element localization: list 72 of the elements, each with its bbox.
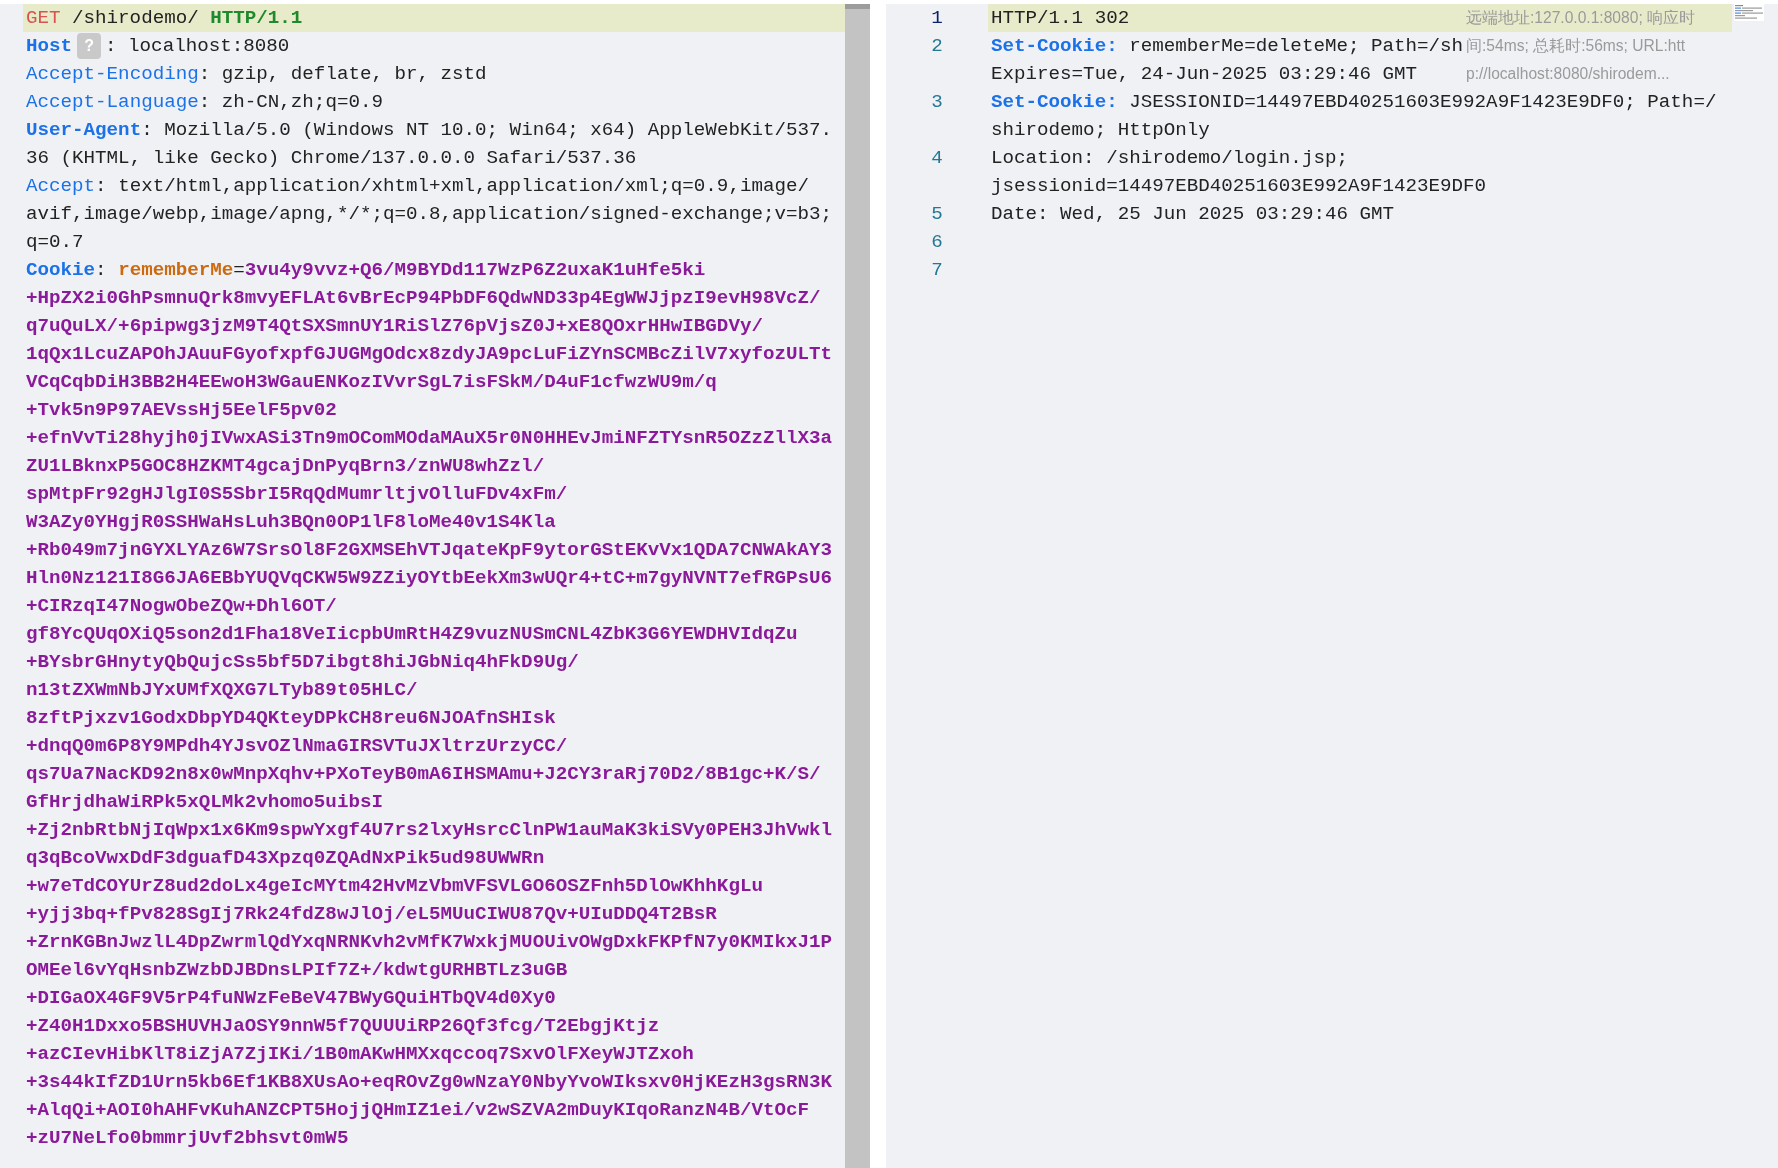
cookie-value: GfHrjdhaWiRPk5xQLMk2vhomo5uibsI (26, 791, 383, 813)
header-name: User-Agent (26, 119, 142, 141)
header-name: Cookie (26, 259, 96, 281)
header-value: : zh-CN,zh;q=0.9 (198, 91, 383, 113)
cookie-value: VCqCqbDiH3BB2H4EEwoH3WGauENKozIVvrSgL7isFSkM/D4uF1cfwzWU9m/q (26, 371, 717, 393)
cookie-value: +DIGaOX4GF9V5rP4fuNWzFeBeV47BWyGQuiHTbQV4d0Xy0 (26, 987, 556, 1009)
header-value: shirodemo; HttpOnly (991, 119, 1210, 141)
cookie-value: OMEel6vYqHsnbZWzbDJBDnsLPIf7Z+/kdwtgURHBTLz3uGB (26, 959, 568, 981)
cookie-value: +Rb049m7jnGYXLYAz6W7SrsOl8F2GXMSEhVTJqateKpF9ytorGStEKvVx1QDA7CNWAkAY3 (26, 539, 832, 561)
line-number: 1 (930, 6, 944, 31)
header-name: Accept-Language (26, 91, 199, 113)
cookie-name: : rememberMe= (95, 259, 245, 281)
cookie-value: +dnqQ0m6P8Y9MPdh4YJsvOZlNmaGIRSVTuJXltrzUrzyCC/ (26, 735, 568, 757)
cookie-value: W3AZy0YHgjR0SSHWaHsLuh3BQn0OP1lF8loMe40v1S4Kla (26, 511, 556, 533)
cookie-value: spMtpFr92gHJlgI0S5SbrI5RqQdMumrltjvOlluFDv4xFm/ (26, 483, 568, 505)
cookie-value: 1qQx1LcuZAPOhJAuuFGyofxpfGJUGMgOdcx8zdyJA9pcLuFiZYnSCMBcZilV7xyfozULTt (26, 343, 832, 365)
cookie-value: +w7eTdCOYUrZ8ud2doLx4geIcMYtm42HvMzVbmVFSVLGO6OSZFnh5DlOwKhhKgLu (26, 875, 763, 897)
cookie-value: +Zj2nbRtbNjIqWpx1x6Km9spwYxgf4U7rs2lxyHsrcClnPW1auMaK3kiSVy0PEH3JhVwkl (26, 819, 832, 841)
cookie-value: +efnVvTi28hyjh0jIVwxASi3Tn9mOComMOdaMAuX5r0N0HHEvJmiNFZTYsnR5OZzZllX3a (26, 427, 832, 449)
cookie-value: Hln0Nz121I8G6JA6EBbYUQVqCKW5W9ZZiyOYtbEekXm3wUQr4+tC+m7gyNVNT7efRGPsU6 (26, 567, 832, 589)
header-value: avif,image/webp,image/apng,*/*;q=0.8,application/signed-exchange;v=b3; (26, 203, 832, 225)
cookie-value: +AlqQi+AOI0hAHFvKuhANZCPT5HojjQHmIZ1ei/v2wSZVA2mDuyKIqoRanzN4B/VtOcF (26, 1099, 809, 1121)
cookie-value: q7uQuLX/+6pipwg3jzM9T4QtSXSmnUY1RiSlZ76pVjsZ0J+xE8QOxrHHwIBGDVy/ (26, 315, 763, 337)
cookie-value: +ZrnKGBnJwzlL4DpZwrmlQdYxqNRNKvh2vMfK7WxkjMUOUivOWgDxkFKPfN7y0KMIkxJ1P (26, 931, 832, 953)
header-value: : localhost:8080 (105, 35, 290, 57)
cookie-value: 3vu4y9vvz+Q6/M9BYDd117WzP6Z2uxaK1uHfe5ki (244, 259, 706, 281)
scrollbar-thumb[interactable] (845, 4, 870, 1168)
header-value: : gzip, deflate, br, zstd (198, 63, 487, 85)
cookie-value: +CIRzqI47NogwObeZQw+Dhl6OT/ (26, 595, 337, 617)
header-value: JSESSIONID=14497EBD40251603E992A9F1423E9DF0; Path=/ (1129, 91, 1717, 113)
header-name: Accept (26, 175, 96, 197)
header-name: Set-Cookie: (991, 91, 1118, 113)
request-editor[interactable] (0, 4, 870, 1168)
line-number: 4 (930, 146, 944, 171)
cookie-value: +azCIevHibKlT8iZjA7ZjIKi/1B0mAKwHMXxqccoq7SxvOlFXeyWJTZxoh (26, 1043, 694, 1065)
cookie-value: +Tvk5n9P97AEVssHj5EelF5pv02 (26, 399, 337, 421)
cookie-value: +HpZX2i0GhPsmnuQrk8mvyEFLAt6vBrEcP94PbDF6QdwND33p4EgWWJjpzI9evH98VcZ/ (26, 287, 821, 309)
help-badge[interactable]: ? (77, 33, 102, 59)
line-number: 5 (930, 202, 944, 227)
header-value: : Mozilla/5.0 (Windows NT 10.0; Win64; x64) AppleWebKit/537. (141, 119, 833, 141)
line-number: 3 (930, 90, 944, 115)
cookie-value: +BYsbrGHnytyQbQujcSs5bf5D7ibgt8hiJGbNiq4hFkD9Ug/ (26, 651, 579, 673)
minimap-drawing[interactable] (1734, 3, 1764, 21)
status-line: HTTP/1.1 302 (991, 7, 1130, 29)
header-name: Accept-Encoding (26, 63, 199, 85)
header-name: Host (26, 35, 73, 57)
header-value: : text/html,application/xhtml+xml,application/xml;q=0.9,image/ (95, 175, 809, 197)
cookie-value: +Z40H1Dxxo5BSHUVHJaOSY9nnW5f7QUUUiRP26Qf3fcg/T2EbgjKtjz (26, 1015, 660, 1037)
line-number: 7 (930, 258, 944, 283)
response-text: Location: /shirodemo/login.jsp; (991, 147, 1348, 169)
header-value: q=0.7 (26, 231, 84, 253)
header-value: rememberMe=deleteMe; Path=/sh (1129, 35, 1464, 57)
response-text: Date: Wed, 25 Jun 2025 03:29:46 GMT (991, 203, 1394, 225)
request-path: /shirodemo/ (72, 7, 199, 29)
response-info-text: 远端地址:127.0.0.1:8080; 响应时 间:54ms; 总耗时:56ms; URL:htt p://localhost:8080/shirodem... (1466, 8, 1696, 84)
cookie-value: qs7Ua7NacKD92n8x0wMnpXqhv+PXoTeyB0mA6IHSMAmu+J2CY3raRj70D2/8B1gc+K/S/ (26, 763, 821, 785)
cookie-value: +3s44kIfZD1Urn5kb6Ef1KB8XUsAo+eqROvZg0wNzaY0NbyYvoWIksxv0HjKEzH3gsRN3K (26, 1071, 832, 1093)
http-version: HTTP/1.1 (210, 7, 303, 29)
response-text: jsessionid=14497EBD40251603E992A9F1423E9DF0 (991, 175, 1487, 197)
cookie-value: n13tZXWmNbJYxUMfXQXG7LTyb89t05HLC/ (26, 679, 418, 701)
cookie-value: ZU1LBknxP5GOC8HZKMT4gcajDnPyqBrn3/znWU8whZzl/ (26, 455, 545, 477)
cookie-value: q3qBcoVwxDdF3dguafD43Xpzq0ZQAdNxPik5ud98UWWRn (26, 847, 545, 869)
cookie-value: gf8YcQUqOXiQ5son2d1Fha18VeIicpbUmRtH4Z9vuzNUSmCNL4ZbK3G6YEWDHVIdqZu (26, 623, 798, 645)
line-number: 2 (930, 34, 944, 59)
line-number: 6 (930, 230, 944, 255)
header-value: 36 (KHTML, like Gecko) Chrome/137.0.0.0 Safari/537.36 (26, 147, 637, 169)
http-method: GET (26, 7, 61, 29)
cookie-value: +zU7NeLfo0bmmrjUvf2bhsvt0mW5 (26, 1127, 349, 1149)
cookie-value: 8zftPjxzv1GodxDbpYD4QKteyDPkCH8reu6NJOAfnSHIsk (26, 707, 556, 729)
header-name: Set-Cookie: (991, 35, 1118, 57)
header-value: Expires=Tue, 24-Jun-2025 03:29:46 GMT (991, 63, 1418, 85)
cookie-value: +yjj3bq+fPv828SgIj7Rk24fdZ8wJlOj/eL5MUuCIWU87Qv+UIuDDQ4T2BsR (26, 903, 717, 925)
